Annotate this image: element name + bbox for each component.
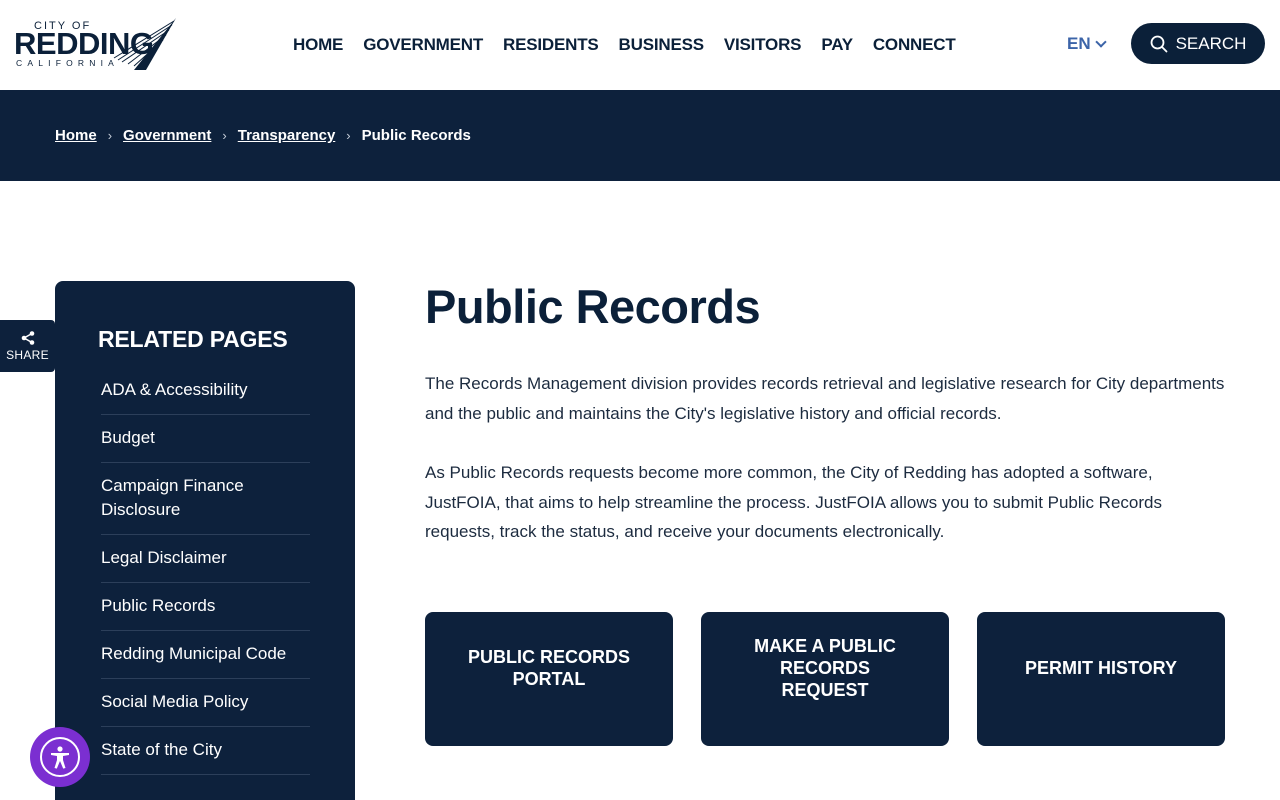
chevron-right-icon: ›: [346, 128, 351, 143]
sidebar-title: RELATED PAGES: [98, 326, 288, 352]
related-pages-sidebar: RELATED PAGES ADA & Accessibility Budget…: [55, 281, 355, 800]
nav-business[interactable]: BUSINESS: [619, 35, 705, 55]
sidebar-item-municipal-code[interactable]: Redding Municipal Code: [101, 631, 310, 679]
permit-history-button[interactable]: PERMIT HISTORY: [977, 612, 1225, 746]
share-icon: [21, 330, 34, 345]
breadcrumb-current: Public Records: [361, 127, 471, 144]
breadcrumb-home[interactable]: Home: [55, 127, 97, 144]
chevron-right-icon: ›: [107, 128, 113, 143]
justfoia-paragraph: As Public Records requests become more c…: [425, 463, 1162, 541]
breadcrumb: Home › Government › Transparency › Publi…: [55, 127, 471, 144]
language-label: EN: [1067, 34, 1091, 53]
nav-visitors[interactable]: VISITORS: [724, 35, 802, 55]
city-logo[interactable]: CITY OF REDDING CALIFORNIA: [12, 18, 178, 72]
share-button[interactable]: SHARE: [0, 320, 55, 372]
chevron-right-icon: ›: [222, 128, 227, 143]
accessibility-icon: [40, 737, 80, 777]
sundial-bridge-icon: [113, 18, 176, 70]
sidebar-item-legal-disclaimer[interactable]: Legal Disclaimer: [101, 535, 310, 583]
main-content: Public Records The Records Management di…: [425, 281, 1225, 547]
make-records-request-button[interactable]: MAKE A PUBLIC RECORDS REQUEST: [701, 612, 949, 746]
sidebar-item-social-media-policy[interactable]: Social Media Policy: [101, 679, 310, 727]
sidebar-item-public-records[interactable]: Public Records: [101, 583, 310, 631]
accessibility-button[interactable]: [30, 727, 90, 787]
sidebar-item-state-of-the-city[interactable]: State of the City: [101, 727, 310, 775]
language-selector[interactable]: EN: [1067, 34, 1107, 54]
search-label: SEARCH: [1175, 33, 1247, 53]
nav-government[interactable]: GOVERNMENT: [363, 35, 483, 55]
site-header: CITY OF REDDING CALIFORNIA HOME GOVERNME…: [0, 0, 1280, 90]
logo-california: CALIFORNIA: [16, 58, 120, 68]
nav-residents[interactable]: RESIDENTS: [503, 35, 599, 55]
breadcrumb-bar: Home › Government › Transparency › Publi…: [0, 90, 1280, 181]
sidebar-item-budget[interactable]: Budget: [101, 415, 310, 463]
action-cards: PUBLIC RECORDS PORTAL MAKE A PUBLIC RECO…: [425, 612, 1225, 746]
search-icon: [1150, 35, 1167, 52]
public-records-portal-button[interactable]: PUBLIC RECORDS PORTAL: [425, 612, 673, 746]
share-label: SHARE: [6, 347, 49, 362]
related-pages-list: ADA & Accessibility Budget Campaign Fina…: [101, 369, 310, 775]
main-nav: HOME GOVERNMENT RESIDENTS BUSINESS VISIT…: [293, 35, 976, 55]
chevron-down-icon: [1094, 36, 1107, 48]
breadcrumb-government[interactable]: Government: [123, 127, 211, 144]
nav-connect[interactable]: CONNECT: [873, 35, 956, 55]
intro-paragraph: The Records Management division provides…: [425, 374, 1225, 423]
sidebar-item-ada-accessibility[interactable]: ADA & Accessibility: [101, 369, 310, 415]
nav-home[interactable]: HOME: [293, 35, 343, 55]
nav-pay[interactable]: PAY: [821, 35, 853, 55]
breadcrumb-transparency[interactable]: Transparency: [238, 127, 336, 144]
page-title: Public Records: [425, 280, 761, 333]
sidebar-item-campaign-finance[interactable]: Campaign Finance Disclosure: [101, 463, 310, 535]
search-button[interactable]: SEARCH: [1131, 23, 1265, 64]
